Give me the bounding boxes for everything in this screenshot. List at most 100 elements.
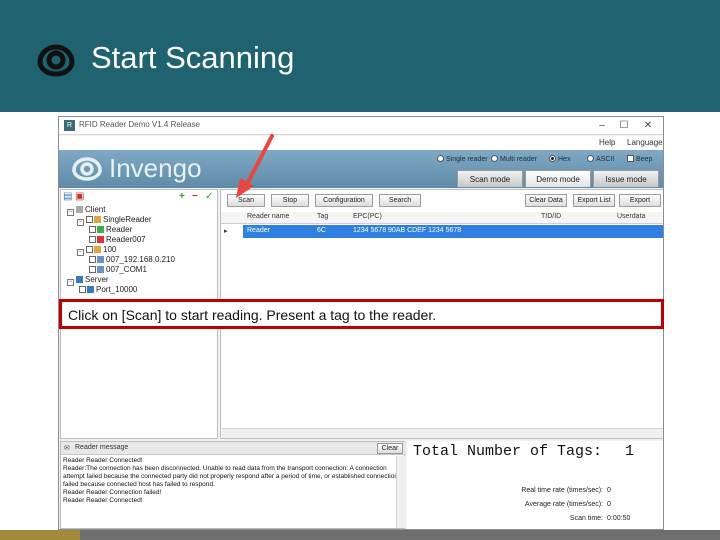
- port-icon: [87, 286, 94, 293]
- beep-checkbox[interactable]: Beep: [627, 155, 652, 163]
- tree-node-007-com1[interactable]: 007_COM1: [89, 265, 147, 274]
- checkbox-icon: [627, 155, 634, 162]
- serial-port-icon: [97, 266, 104, 273]
- horizontal-scrollbar[interactable]: [222, 428, 663, 438]
- tree-node-reader[interactable]: Reader: [89, 225, 132, 234]
- radio-ascii[interactable]: ASCII: [587, 155, 614, 163]
- radio-dot-icon: [437, 155, 444, 162]
- invengo-logo-icon: [37, 44, 75, 77]
- configuration-button[interactable]: Configuration: [315, 194, 373, 207]
- title-banner: Start Scanning: [0, 0, 720, 112]
- checkbox-icon: [89, 266, 96, 273]
- column-epc[interactable]: EPC(PC): [353, 213, 382, 220]
- collapse-icon: −: [67, 279, 74, 286]
- log-line: Reader Reader Connected!: [63, 497, 143, 504]
- menu-language[interactable]: Language: [627, 138, 663, 147]
- tab-demo-mode[interactable]: Demo mode: [525, 170, 591, 187]
- cell-epc: 1234 5678 90AB CDEF 1234 5678: [353, 227, 462, 234]
- folder-icon: [94, 216, 101, 223]
- checkbox-icon: [89, 236, 96, 243]
- checkbox-icon: [89, 256, 96, 263]
- slide-title: Start Scanning: [91, 40, 295, 75]
- column-tid[interactable]: TID/ID: [541, 213, 561, 220]
- footer-accent: [0, 530, 80, 540]
- collapse-icon: −: [67, 209, 74, 216]
- clear-data-button[interactable]: Clear Data: [525, 194, 567, 207]
- pointer-arrow-icon: [236, 134, 274, 198]
- radio-dot-icon: [587, 155, 594, 162]
- table-row[interactable]: Reader 6C 1234 5678 90AB CDEF 1234 5678: [243, 225, 663, 238]
- menu-bar: Help Language: [59, 136, 663, 150]
- add-icon[interactable]: +: [179, 191, 185, 202]
- window-titlebar: R RFID Reader Demo V1.4 Release – ☐ ✕: [59, 117, 663, 135]
- tab-issue-mode[interactable]: Issue mode: [593, 170, 659, 187]
- log-line: Reader Reader Connected!: [63, 457, 143, 464]
- window-title: RFID Reader Demo V1.4 Release: [79, 120, 200, 129]
- radio-multi-reader[interactable]: Multi reader: [491, 155, 537, 163]
- scan-time-label: Scan time:: [569, 515, 603, 522]
- grid-header: Reader name Tag EPC(PC) TID/ID Userdata: [221, 212, 663, 224]
- remove-icon[interactable]: −: [192, 191, 198, 202]
- brand-logo-icon: [72, 157, 102, 181]
- radio-single-reader[interactable]: Single reader: [437, 155, 488, 163]
- radio-dot-selected-icon: [549, 155, 556, 162]
- cell-reader: Reader: [247, 227, 270, 234]
- checkbox-icon: [89, 226, 96, 233]
- tab-scan-mode[interactable]: Scan mode: [457, 170, 523, 187]
- tree-node-reader007[interactable]: Reader007: [89, 235, 146, 244]
- log-line: failed because connected host has failed…: [63, 481, 215, 488]
- collapse-icon: −: [77, 219, 84, 226]
- log-line: Reader:The connection has been disconnec…: [63, 465, 387, 472]
- column-tag[interactable]: Tag: [317, 213, 328, 220]
- checkbox-icon: [86, 216, 93, 223]
- folder-icon: [94, 246, 101, 253]
- reader-offline-icon: [97, 236, 104, 243]
- brand-name: Invengo: [109, 153, 202, 183]
- column-reader-name[interactable]: Reader name: [247, 213, 289, 220]
- reader-message-panel: ✉ Reader message Clear Reader Reader Con…: [60, 441, 406, 529]
- reader-list-icon[interactable]: ▤: [63, 191, 72, 202]
- footer-strip: [0, 530, 720, 540]
- export-list-button[interactable]: Export List: [573, 194, 615, 207]
- slide: Start Scanning R RFID Reader Demo V1.4 R…: [0, 0, 720, 540]
- close-button[interactable]: ✕: [639, 118, 657, 133]
- app-icon: R: [64, 120, 75, 131]
- maximize-button[interactable]: ☐: [615, 118, 633, 133]
- minimize-button[interactable]: –: [593, 118, 611, 133]
- average-rate-value: 0: [607, 501, 611, 508]
- row-selector-icon: ▸: [224, 228, 228, 235]
- menu-help[interactable]: Help: [599, 138, 615, 147]
- radio-hex[interactable]: Hex: [549, 155, 570, 163]
- column-userdata[interactable]: Userdata: [617, 213, 645, 220]
- export-button[interactable]: Export: [619, 194, 661, 207]
- reader-online-icon: [97, 226, 104, 233]
- realtime-rate-label: Real time rate (times/sec):: [521, 487, 603, 494]
- network-icon: [97, 256, 104, 263]
- folder-icon: [76, 206, 83, 213]
- log-line: Reader Reader Connection failed!: [63, 489, 162, 496]
- server-icon: [76, 276, 83, 283]
- message-icon: ✉: [64, 445, 70, 452]
- scan-time-value: 0:00:50: [607, 515, 631, 522]
- tree-node-port[interactable]: Port_10000: [79, 285, 137, 294]
- total-tags-label: Total Number of Tags:: [413, 443, 603, 460]
- statistics-panel: Total Number of Tags: 1 Real time rate (…: [407, 441, 663, 529]
- tree-node-007-ip[interactable]: 007_192.168.0.210: [89, 255, 175, 264]
- confirm-check-icon[interactable]: ✓: [205, 191, 213, 202]
- average-rate-label: Average rate (times/sec):: [524, 501, 603, 508]
- instruction-callout: Click on [Scan] to start reading. Presen…: [59, 299, 664, 329]
- log-line: attempt failed because the connected par…: [63, 473, 398, 480]
- radio-dot-icon: [491, 155, 498, 162]
- clear-log-button[interactable]: Clear: [377, 443, 403, 454]
- log-scrollbar[interactable]: [396, 456, 405, 528]
- cell-tag: 6C: [317, 227, 326, 234]
- instruction-text: Click on [Scan] to start reading. Presen…: [68, 307, 437, 323]
- realtime-rate-value: 0: [607, 487, 611, 494]
- search-button[interactable]: Search: [379, 194, 421, 207]
- collapse-icon: −: [77, 249, 84, 256]
- total-tags-count: 1: [625, 443, 635, 460]
- reader-delete-icon[interactable]: ▣: [75, 191, 84, 202]
- checkbox-icon: [79, 286, 86, 293]
- message-header: ✉ Reader message Clear: [61, 442, 406, 455]
- checkbox-icon: [86, 246, 93, 253]
